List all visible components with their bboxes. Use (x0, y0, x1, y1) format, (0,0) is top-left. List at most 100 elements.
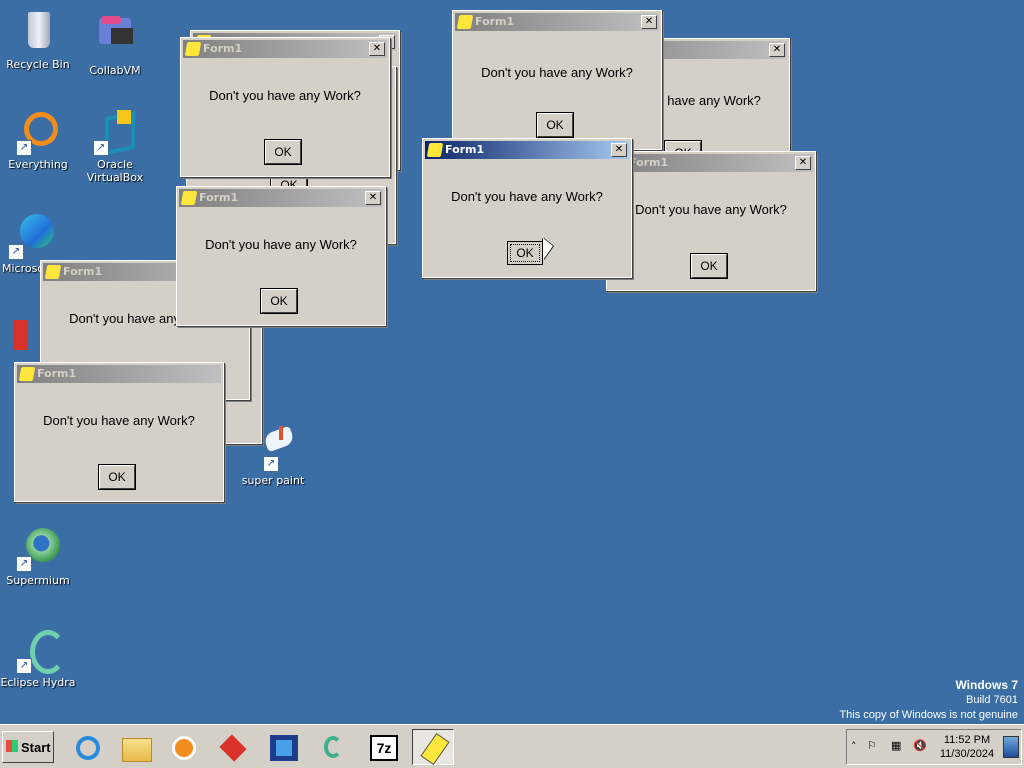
windows-flag-icon (6, 740, 18, 752)
shortcut-arrow-icon: ↗ (16, 556, 32, 572)
collabvm-shortcut[interactable]: CollabVM (77, 14, 153, 77)
virtualbox-icon: ↗ (91, 108, 139, 156)
start-button[interactable]: Start (2, 731, 54, 763)
supermium-label: Supermium (6, 574, 70, 587)
shortcut-arrow-icon: ↗ (8, 244, 24, 260)
start-label: Start (21, 740, 51, 755)
form1-app-icon (456, 15, 474, 29)
collabvm-app-icon (219, 734, 248, 762)
supermium-icon: ↗ (14, 524, 62, 572)
title-bar[interactable]: Form1 ✕ (183, 40, 387, 58)
shortcut-arrow-icon: ↗ (16, 140, 32, 156)
virtualbox-label: Oracle VirtualBox (86, 158, 144, 184)
ok-button[interactable]: OK (98, 464, 136, 490)
form1-dialog-window[interactable]: Form1 ✕ Don't you have any Work? OK (176, 186, 386, 326)
virtualbox-app-icon (270, 735, 298, 761)
action-center-flag-icon[interactable]: ⚐ (867, 739, 877, 752)
ok-button[interactable]: OK (536, 112, 574, 138)
media-player-icon (170, 735, 198, 761)
window-title: Form1 (629, 156, 669, 169)
internet-explorer-icon (74, 735, 102, 761)
everything-label: Everything (8, 158, 68, 171)
window-title: Form1 (37, 367, 77, 380)
window-title: Form1 (199, 191, 239, 204)
supermium-shortcut[interactable]: ↗ Supermium (0, 524, 76, 587)
taskbar: Start 7z ˄ ⚐ ▦ 🔇 11:52 PM 11/30/2024 (0, 724, 1024, 768)
form1-dialog-window-active[interactable]: Form1 ✕ Don't you have any Work? OK (422, 138, 632, 278)
watermark-build: Build 7601 (966, 694, 1018, 706)
ok-button[interactable]: OK (690, 253, 728, 279)
eclipse-hydra-app-icon (320, 735, 348, 761)
ok-button[interactable]: OK (260, 288, 298, 314)
partial-desktop-icon (14, 320, 28, 350)
form1-app-icon (426, 143, 444, 157)
collabvm-label: CollabVM (89, 64, 141, 77)
shortcut-arrow-icon: ↗ (93, 140, 109, 156)
recycle-bin-shortcut[interactable]: Recycle Bin (0, 8, 76, 71)
show-desktop-button[interactable] (1003, 736, 1019, 758)
dialog-message: Don't you have any Work? (205, 237, 357, 252)
desktop: Recycle Bin CollabVM ↗ Everything ↗ Orac… (0, 0, 1024, 724)
everything-shortcut[interactable]: ↗ Everything (0, 108, 76, 171)
mouse-cursor-icon (543, 238, 553, 260)
close-button[interactable]: ✕ (611, 143, 627, 157)
shortcut-arrow-icon: ↗ (16, 658, 32, 674)
window-title: Form1 (445, 143, 485, 156)
eclipse-hydra-shortcut[interactable]: ↗ Eclipse Hydra (0, 626, 76, 689)
windows-watermark: Windows 7 Build 7601 This copy of Window… (839, 678, 1018, 723)
window-title: Form1 (203, 42, 243, 55)
everything-icon: ↗ (14, 108, 62, 156)
ok-button[interactable]: OK (264, 139, 302, 165)
taskbar-file-explorer[interactable] (114, 729, 156, 765)
eclipse-hydra-label: Eclipse Hydra (0, 676, 76, 689)
system-tray: ˄ ⚐ ▦ 🔇 11:52 PM 11/30/2024 (846, 729, 1022, 765)
close-button[interactable]: ✕ (641, 15, 657, 29)
dialog-message: Don't you have any Work? (43, 413, 195, 428)
dialog-message: Don't you have any Work? (451, 189, 603, 204)
close-button[interactable]: ✕ (365, 191, 381, 205)
window-title: Form1 (63, 265, 103, 278)
form1-dialog-window[interactable]: Form1 ✕ Don't you have any Work? OK (452, 10, 662, 150)
form1-app-icon (420, 732, 450, 766)
taskbar-media-player[interactable] (162, 729, 204, 765)
shortcut-arrow-icon: ↗ (263, 456, 279, 472)
watermark-os: Windows 7 (955, 678, 1018, 692)
dialog-message: Don't you have any Work? (209, 88, 361, 103)
clock-date: 11/30/2024 (939, 748, 995, 760)
close-button[interactable]: ✕ (795, 156, 811, 170)
close-button[interactable]: ✕ (769, 43, 785, 57)
form1-dialog-window[interactable]: Form1 Don't you have any Work? OK (14, 362, 224, 502)
title-bar[interactable]: Form1 ✕ (455, 13, 659, 31)
edge-icon: ↗ (6, 212, 54, 260)
taskbar-collabvm[interactable] (212, 729, 254, 765)
form1-app-icon (184, 42, 202, 56)
recycle-bin-icon (14, 8, 62, 56)
ok-button[interactable]: OK (507, 241, 543, 265)
form1-app-icon (180, 191, 198, 205)
taskbar-virtualbox[interactable] (262, 729, 304, 765)
eclipse-hydra-icon: ↗ (14, 626, 66, 674)
7zip-icon: 7z (370, 735, 398, 761)
taskbar-internet-explorer[interactable] (66, 729, 108, 765)
form1-dialog-window[interactable]: Form1 ✕ Don't you have any Work? OK (180, 37, 390, 177)
virtualbox-shortcut[interactable]: ↗ Oracle VirtualBox (77, 108, 153, 184)
network-icon[interactable]: ▦ (891, 739, 901, 752)
title-bar[interactable]: Form1 ✕ (609, 154, 813, 172)
file-explorer-icon (122, 735, 152, 762)
dialog-message: Don't you have any Work? (481, 65, 633, 80)
close-button[interactable]: ✕ (369, 42, 385, 56)
clock-time: 11:52 PM (943, 734, 991, 746)
title-bar[interactable]: Form1 ✕ (179, 189, 383, 207)
collabvm-icon (91, 14, 139, 62)
form1-app-icon (18, 367, 36, 381)
title-bar[interactable]: Form1 ✕ (425, 141, 629, 159)
taskbar-7zip[interactable]: 7z (362, 729, 404, 765)
title-bar[interactable]: Form1 (17, 365, 221, 383)
show-hidden-icons-button[interactable]: ˄ (851, 740, 857, 753)
form1-dialog-window[interactable]: Form1 ✕ Don't you have any Work? OK (606, 151, 816, 291)
taskbar-eclipse-hydra[interactable] (312, 729, 354, 765)
volume-muted-icon[interactable]: 🔇 (913, 739, 927, 752)
window-title: Form1 (475, 15, 515, 28)
taskbar-form1[interactable] (412, 729, 454, 766)
clock[interactable]: 11:52 PM 11/30/2024 (937, 733, 997, 761)
